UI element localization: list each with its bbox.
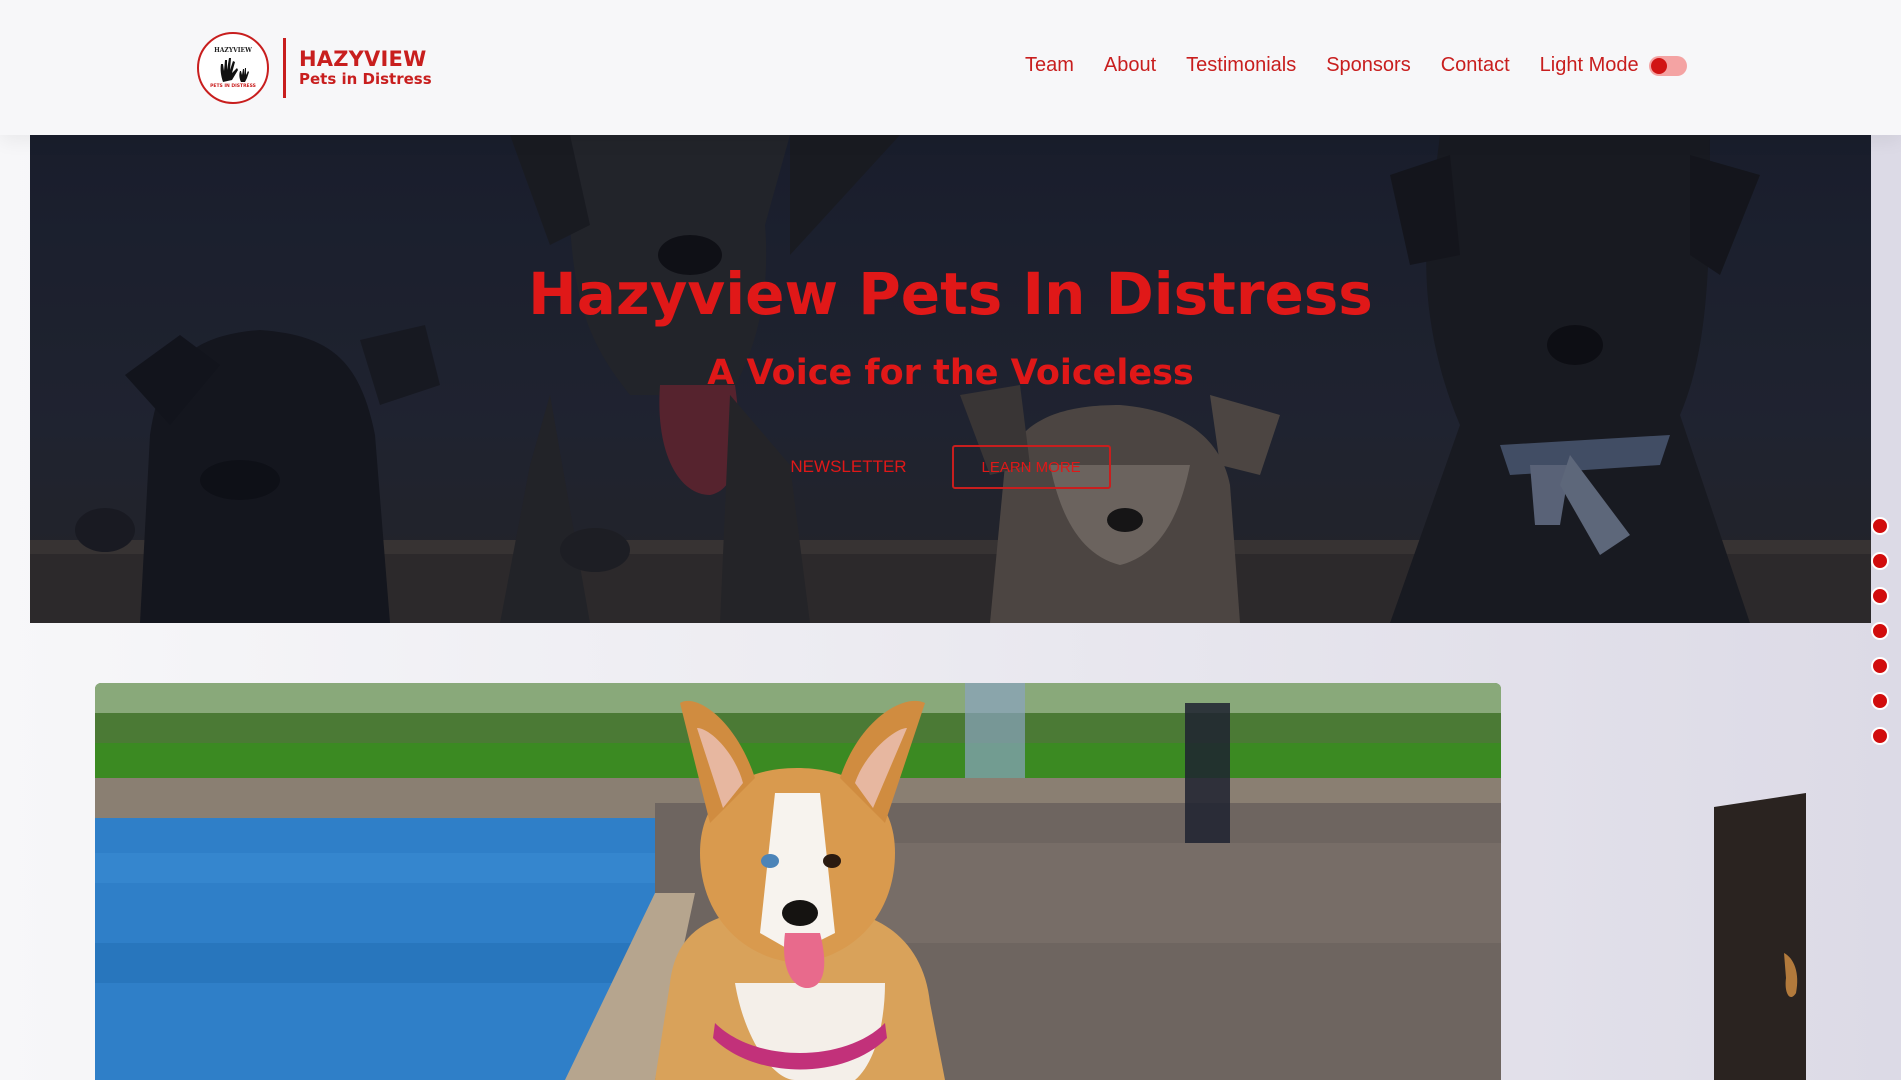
nav-link-about[interactable]: About [1104,54,1156,77]
hero-banner: Hazyview Pets In Distress A Voice for th… [30,135,1871,623]
gallery-main-image[interactable] [95,683,1501,1080]
nav-link-testimonials[interactable]: Testimonials [1186,54,1296,77]
logo-badge-top-text: HAZYVIEW [214,47,252,54]
logo-badge-bottom-text: PETS IN DISTRESS [210,84,256,89]
brand-logo[interactable]: HAZYVIEW PETS IN DISTRESS HAZYVIEW Pets … [197,32,432,104]
toggle-icon [1650,57,1667,74]
nav-link-sponsors[interactable]: Sponsors [1326,54,1411,77]
section-dot-icon[interactable] [1871,692,1889,710]
logo-divider [283,38,286,98]
hero-actions: NEWSLETTER LEARN MORE [30,445,1871,489]
nav-link-contact[interactable]: Contact [1441,54,1510,77]
brand-name: HAZYVIEW [299,47,427,72]
logo-text: HAZYVIEW Pets in Distress [299,48,432,88]
light-mode-label[interactable]: Light Mode [1540,54,1639,77]
nav-link-team[interactable]: Team [1025,54,1074,77]
hero-title: Hazyview Pets In Distress [528,260,1373,328]
newsletter-button[interactable]: NEWSLETTER [790,449,906,485]
site-header: HAZYVIEW PETS IN DISTRESS HAZYVIEW Pets … [0,0,1901,135]
brand-tagline: Pets in Distress [299,70,432,89]
gallery-next-image[interactable] [1714,793,1806,1080]
main-nav: Team About Testimonials Sponsors Contact… [1025,54,1687,77]
section-dot-icon[interactable] [1871,552,1889,570]
hero-subtitle: A Voice for the Voiceless [707,353,1194,393]
light-mode-toggle[interactable] [1648,55,1687,76]
learn-more-button[interactable]: LEARN MORE [951,445,1111,489]
section-dot-icon[interactable] [1871,622,1889,640]
next-slide-photo [1714,793,1806,1080]
section-dot-icon[interactable] [1871,587,1889,605]
section-dot-icon[interactable] [1871,517,1889,535]
corgi-photo [95,683,1501,1080]
section-dot-icon[interactable] [1871,657,1889,675]
logo-badge: HAZYVIEW PETS IN DISTRESS [197,32,269,104]
section-dot-icon[interactable] [1871,727,1889,745]
section-dots [1871,517,1889,762]
hand-print-icon [220,58,249,82]
